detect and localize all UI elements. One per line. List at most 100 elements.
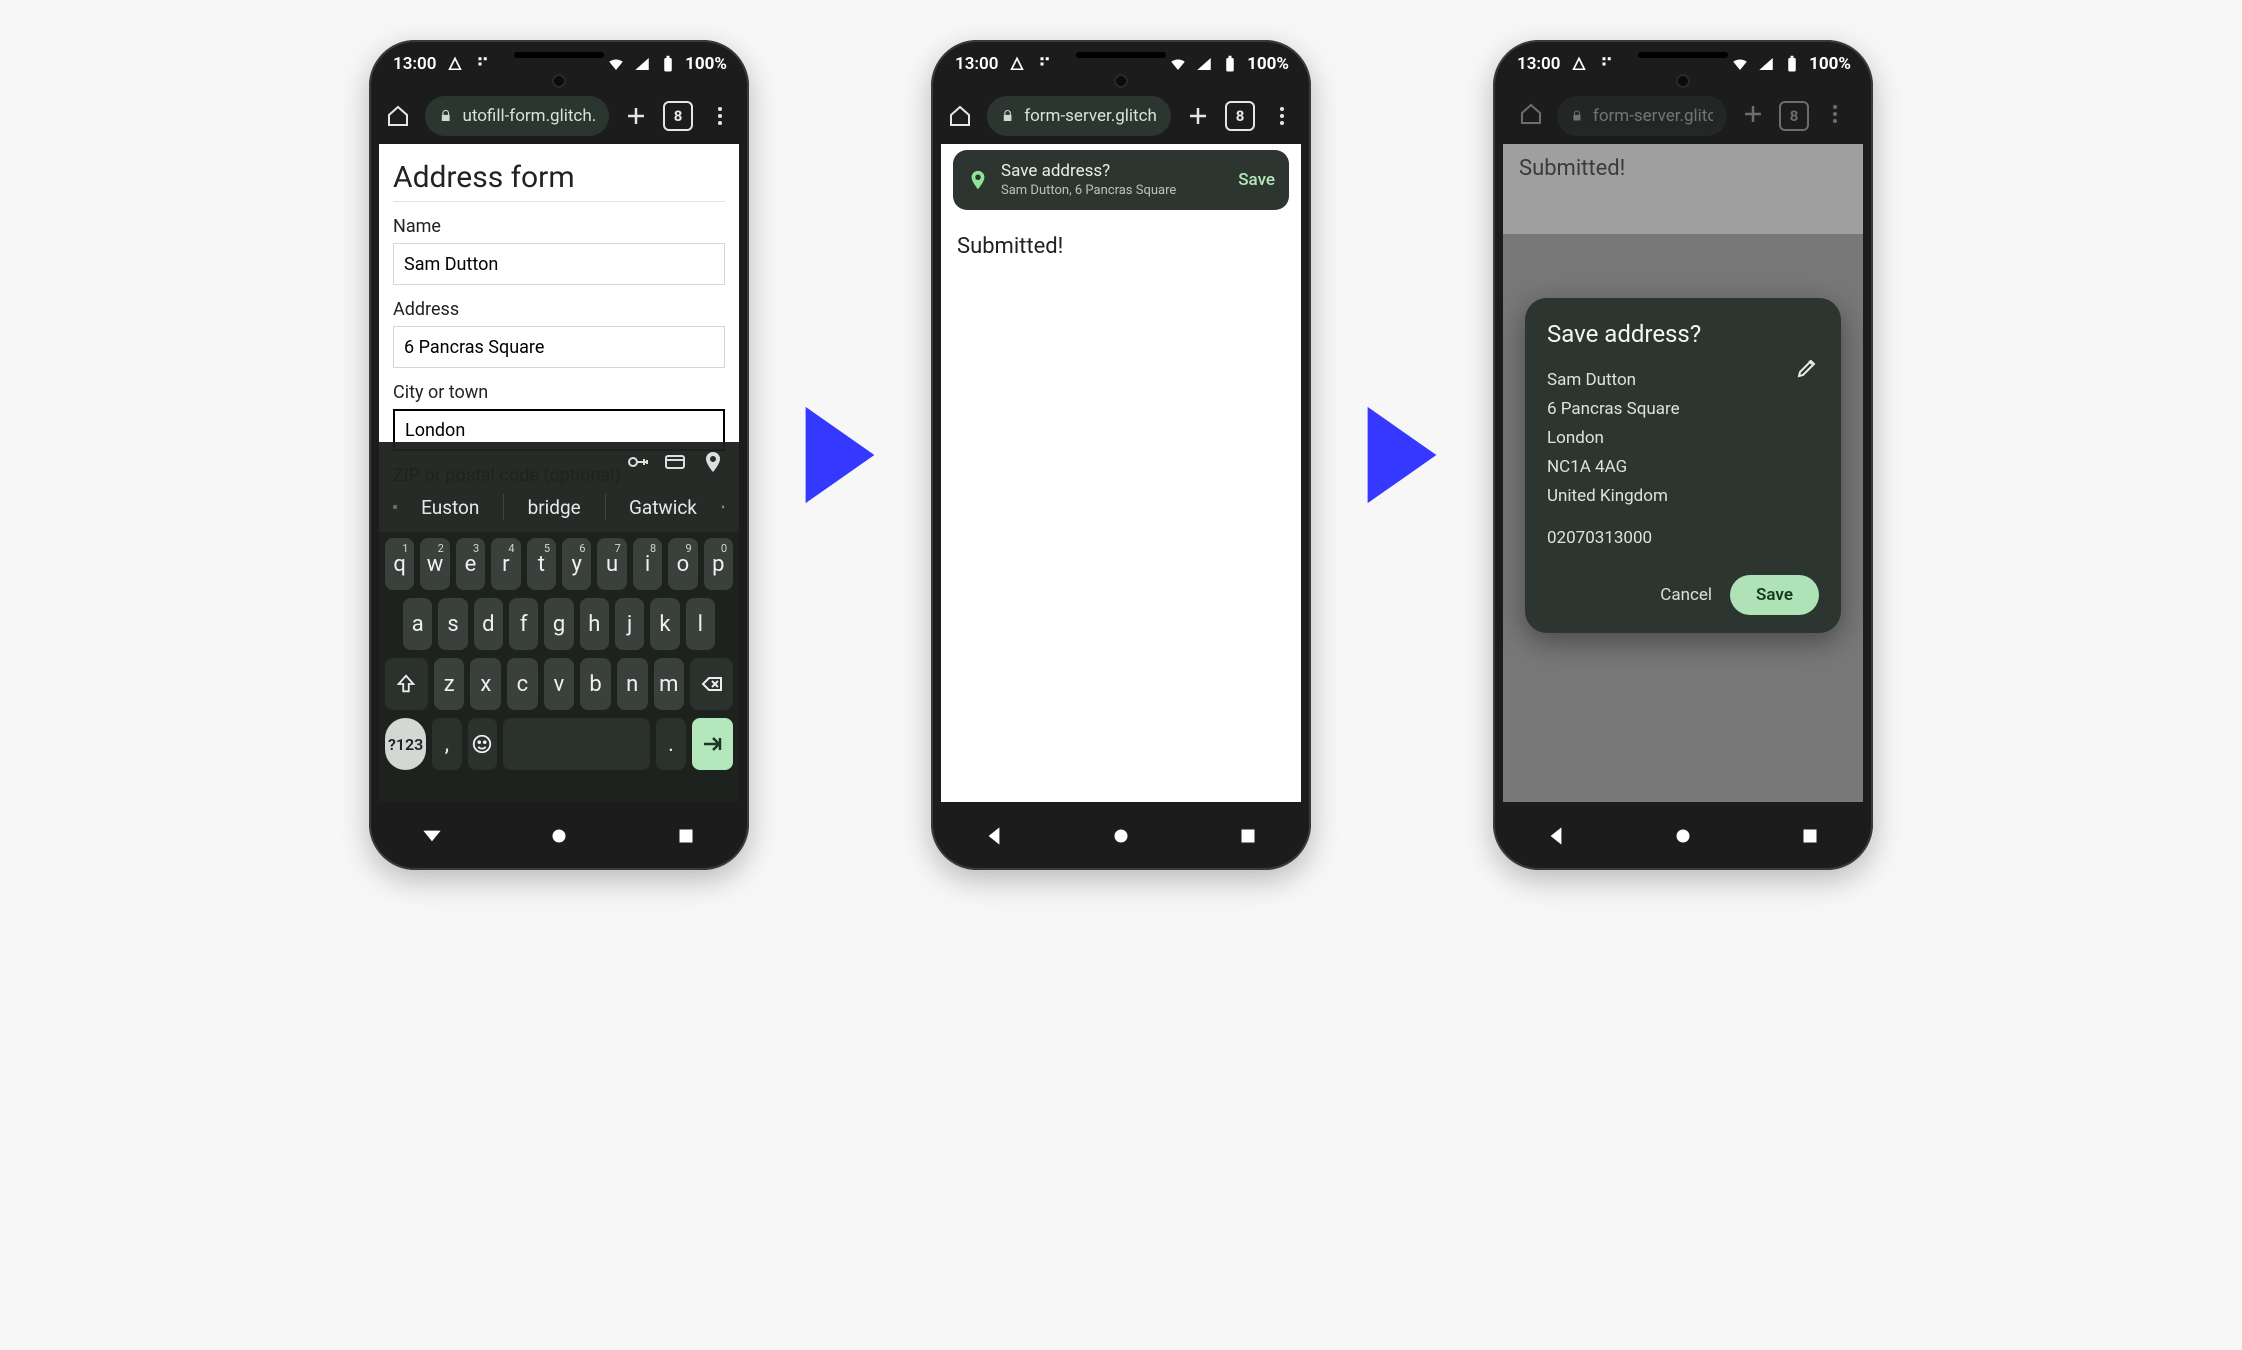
battery-pct: 100%	[1809, 54, 1851, 74]
nav-overview[interactable]	[1235, 823, 1261, 849]
cancel-button[interactable]: Cancel	[1660, 585, 1712, 605]
on-screen-keyboard[interactable]: q1w2e3r4t5y6u7i8o9p0 asdfghjkl zxcvbnm ?…	[379, 532, 739, 802]
key-v[interactable]: v	[544, 658, 575, 710]
password-icon[interactable]	[625, 450, 649, 474]
key-a[interactable]: a	[403, 598, 432, 650]
lock-icon	[1001, 108, 1014, 124]
name-input[interactable]	[393, 243, 725, 285]
key-u[interactable]: u7	[597, 538, 626, 590]
save-address-modal: Save address? Sam Dutton 6 Pancras Squar…	[1525, 298, 1841, 633]
lock-icon	[1571, 108, 1583, 124]
key-w[interactable]: w2	[420, 538, 449, 590]
comma-key[interactable]: ,	[432, 718, 461, 770]
key-d[interactable]: d	[474, 598, 503, 650]
phone-3: 13:00 100% form-server.glitch.me	[1493, 40, 1873, 870]
status-bar: 13:00 100%	[931, 40, 1311, 88]
new-tab-button[interactable]	[1185, 103, 1211, 129]
nav-overview[interactable]	[673, 823, 699, 849]
key-l[interactable]: l	[686, 598, 715, 650]
go-key[interactable]	[692, 718, 733, 770]
key-r[interactable]: r4	[491, 538, 520, 590]
signal-icon	[1757, 55, 1775, 73]
key-e[interactable]: e3	[456, 538, 485, 590]
mic-icon[interactable]	[721, 496, 725, 518]
suggestion-1[interactable]: Euston	[411, 496, 489, 519]
key-y[interactable]: y6	[562, 538, 591, 590]
key-c[interactable]: c	[507, 658, 538, 710]
lock-icon	[439, 108, 452, 124]
nav-home[interactable]	[546, 823, 572, 849]
key-t[interactable]: t5	[527, 538, 556, 590]
status-time: 13:00	[1517, 54, 1560, 74]
key-n[interactable]: n	[617, 658, 648, 710]
key-j[interactable]: j	[615, 598, 644, 650]
battery-icon	[659, 55, 677, 73]
nav-back[interactable]	[1543, 823, 1569, 849]
nav-home[interactable]	[1670, 823, 1696, 849]
status-icon-2	[474, 55, 492, 73]
tab-switcher[interactable]: 8	[1225, 101, 1255, 131]
banner-subtitle: Sam Dutton, 6 Pancras Square	[1001, 183, 1226, 199]
key-f[interactable]: f	[509, 598, 538, 650]
status-icon-1	[1008, 55, 1026, 73]
banner-save-button[interactable]: Save	[1238, 170, 1275, 190]
key-z[interactable]: z	[434, 658, 465, 710]
nav-back[interactable]	[981, 823, 1007, 849]
address-fill-icon[interactable]	[701, 450, 725, 474]
battery-pct: 100%	[1247, 54, 1289, 74]
key-h[interactable]: h	[580, 598, 609, 650]
nav-back-recent[interactable]	[419, 823, 445, 849]
signal-icon	[1195, 55, 1213, 73]
key-k[interactable]: k	[650, 598, 679, 650]
shift-key[interactable]	[385, 658, 428, 710]
key-b[interactable]: b	[580, 658, 611, 710]
city-label: City or town	[393, 382, 725, 403]
edit-button[interactable]	[1795, 356, 1819, 380]
space-key[interactable]	[503, 718, 650, 770]
payment-icon[interactable]	[663, 450, 687, 474]
omnibox[interactable]: form-server.glitch.me	[987, 96, 1171, 136]
nav-home[interactable]	[1108, 823, 1134, 849]
pin-icon	[967, 169, 989, 191]
status-icon-2	[1036, 55, 1054, 73]
key-g[interactable]: g	[544, 598, 573, 650]
key-q[interactable]: q1	[385, 538, 414, 590]
modal-line-city: London	[1547, 424, 1819, 453]
field-name: Name	[393, 216, 725, 285]
suggestion-2[interactable]: bridge	[518, 496, 591, 519]
period-key[interactable]: .	[656, 718, 685, 770]
symbols-key[interactable]: ?123	[385, 718, 426, 770]
menu-button[interactable]	[1269, 103, 1295, 129]
key-i[interactable]: i8	[633, 538, 662, 590]
nav-overview[interactable]	[1797, 823, 1823, 849]
save-address-banner[interactable]: Save address? Sam Dutton, 6 Pancras Squa…	[953, 150, 1289, 210]
tab-switcher[interactable]: 8	[663, 101, 693, 131]
battery-pct: 100%	[685, 54, 727, 74]
key-x[interactable]: x	[470, 658, 501, 710]
omnibox[interactable]: utofill-form.glitch.me	[425, 96, 609, 136]
suggestion-3[interactable]: Gatwick	[619, 496, 707, 519]
new-tab-button[interactable]	[623, 103, 649, 129]
menu-button[interactable]	[707, 103, 733, 129]
wifi-icon	[607, 55, 625, 73]
backspace-key[interactable]	[690, 658, 733, 710]
modal-title: Save address?	[1547, 320, 1819, 348]
page-viewport[interactable]: Save address? Sam Dutton, 6 Pancras Squa…	[941, 144, 1301, 802]
home-button[interactable]	[947, 103, 973, 129]
wifi-icon	[1169, 55, 1187, 73]
key-o[interactable]: o9	[668, 538, 697, 590]
home-button[interactable]	[385, 103, 411, 129]
keyboard-settings-icon[interactable]	[393, 496, 397, 518]
flow-arrow-2	[1357, 400, 1447, 510]
key-p[interactable]: p0	[704, 538, 733, 590]
field-city: City or town	[393, 382, 725, 451]
key-s[interactable]: s	[438, 598, 467, 650]
field-address: Address	[393, 299, 725, 368]
omnibox-url: form-server.glitch.me	[1593, 106, 1713, 126]
new-tab-dimmed	[1741, 102, 1765, 130]
save-button[interactable]: Save	[1730, 575, 1819, 615]
address-input[interactable]	[393, 326, 725, 368]
status-icon-1	[446, 55, 464, 73]
emoji-key[interactable]	[468, 718, 497, 770]
key-m[interactable]: m	[654, 658, 685, 710]
